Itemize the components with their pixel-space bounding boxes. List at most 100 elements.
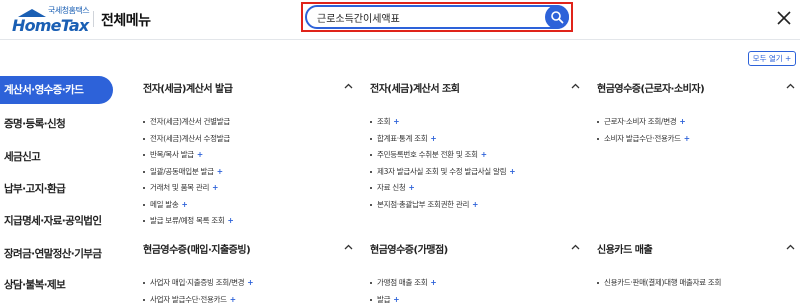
search-button[interactable] <box>545 5 569 29</box>
plus-icon[interactable]: + <box>197 150 203 159</box>
header-bar: 국세청홈택스 HomeTax 전체메뉴 <box>0 0 800 40</box>
list-item[interactable]: 일괄/공동매입분 발급 + <box>143 164 353 181</box>
chevron-up-icon[interactable] <box>344 83 353 89</box>
list-item-label: 소비자 발급수단·전용카드 <box>604 133 681 143</box>
plus-icon[interactable]: + <box>679 117 685 126</box>
section-title: 전자(세금)계산서 조회 <box>370 84 460 95</box>
bullet-icon <box>370 154 372 156</box>
sidebar-item-incentives[interactable]: 장려금·연말정산·기부금 <box>0 240 113 268</box>
list-item[interactable]: 주민등록번호 수취분 전환 및 조회 + <box>370 147 580 164</box>
list-item-label: 사업자 발급수단·전용카드 <box>150 294 227 304</box>
plus-icon[interactable]: + <box>247 278 253 287</box>
section-title: 현금영수증(근로자·소비자) <box>597 84 705 95</box>
expand-all-button[interactable]: 모두 열기 + <box>748 51 796 66</box>
list-item-label: 거래처 및 품목 관리 <box>150 183 210 192</box>
sidebar-item-receipts-cards[interactable]: 계산서·영수증·카드 <box>0 76 113 104</box>
chevron-up-icon[interactable] <box>571 83 580 89</box>
plus-icon[interactable]: + <box>393 117 399 126</box>
bullet-icon <box>143 137 145 140</box>
list-item-label: 제3자 발급사실 조회 및 수정 발급사실 알림 <box>377 166 507 176</box>
list-item-label: 본지점·총괄납부 조회권한 관리 <box>377 199 470 209</box>
close-icon <box>777 11 791 25</box>
bullet-icon <box>370 170 372 173</box>
bullet-icon <box>370 203 372 206</box>
plus-icon[interactable]: + <box>230 295 236 304</box>
plus-icon[interactable]: + <box>227 216 233 225</box>
list-item[interactable]: 조회 + <box>370 114 580 131</box>
plus-icon[interactable]: + <box>509 167 515 176</box>
logo-subtitle: 국세청홈택스 <box>48 6 90 15</box>
chevron-up-icon[interactable] <box>786 83 795 89</box>
chevron-up-icon[interactable] <box>344 244 353 250</box>
list-item[interactable]: 거래처 및 품목 관리 + <box>143 180 353 197</box>
list-item[interactable]: 발급 보류/예정 목록 조회 + <box>143 213 353 230</box>
plus-icon[interactable]: + <box>393 295 399 304</box>
section-title: 현금영수증(가맹점) <box>370 245 448 256</box>
list-item[interactable]: 가맹점 매출 조회 + <box>370 275 580 292</box>
sidebar-item-tax-filing[interactable]: 세금신고 <box>0 143 113 171</box>
chevron-up-icon[interactable] <box>786 244 795 250</box>
plus-icon[interactable]: + <box>212 183 218 192</box>
bullet-icon <box>370 282 372 284</box>
plus-icon[interactable]: + <box>472 200 478 209</box>
sidebar-item-certificates[interactable]: 증명·등록·신청 <box>0 110 113 138</box>
plus-icon[interactable]: + <box>481 150 487 159</box>
list-item-label: 반복/복사 발급 <box>150 150 194 159</box>
section-title: 전자(세금)계산서 발급 <box>143 84 233 95</box>
plus-icon[interactable]: + <box>181 200 187 209</box>
list-item[interactable]: 자료 신청 + <box>370 180 580 197</box>
list-item-label: 발급 <box>377 294 391 304</box>
sidebar-item-consultation[interactable]: 상담·불복·제보 <box>0 271 113 299</box>
plus-icon[interactable]: + <box>430 278 436 287</box>
bullet-icon <box>370 121 372 123</box>
section-item-list: 전자(세금)계산서 건별발급 전자(세금)계산서 수정발급 반복/복사 발급 + … <box>143 114 353 230</box>
list-item-label: 조회 <box>377 117 391 126</box>
list-item[interactable]: 제3자 발급사실 조회 및 수정 발급사실 알림 + <box>370 164 580 181</box>
bullet-icon <box>370 187 372 189</box>
list-item[interactable]: 반복/복사 발급 + <box>143 147 353 164</box>
list-item-label: 메일 발송 <box>150 199 179 209</box>
bullet-icon <box>370 298 372 301</box>
bullet-icon <box>143 220 145 222</box>
search-input[interactable] <box>317 9 537 25</box>
bullet-icon <box>143 203 145 206</box>
list-item[interactable]: 근로자·소비자 조회/변경 + <box>597 114 800 131</box>
list-item-label: 근로자·소비자 조회/변경 <box>604 117 677 126</box>
section-item-list: 사업자 매입·지출증빙 조회/변경 + 사업자 발급수단·전용카드 + <box>143 275 353 307</box>
plus-icon[interactable]: + <box>408 183 414 192</box>
bullet-icon <box>597 137 599 140</box>
plus-icon[interactable]: + <box>217 167 223 176</box>
list-item[interactable]: 사업자 매입·지출증빙 조회/변경 + <box>143 275 353 292</box>
bullet-icon <box>143 170 145 173</box>
list-item[interactable]: 전자(세금)계산서 건별발급 <box>143 114 353 131</box>
bullet-icon <box>143 187 145 189</box>
list-item[interactable]: 소비자 발급수단·전용카드 + <box>597 131 800 148</box>
bullet-icon <box>597 282 599 284</box>
search-icon <box>551 11 564 24</box>
list-item[interactable]: 사업자 발급수단·전용카드 + <box>143 292 353 307</box>
close-menu-button[interactable] <box>775 9 793 27</box>
list-item[interactable]: 메일 발송 + <box>143 197 353 214</box>
list-item[interactable]: 합계표·통계 조회 + <box>370 131 580 148</box>
list-item-label: 가맹점 매출 조회 <box>377 278 428 287</box>
chevron-up-icon[interactable] <box>571 244 580 250</box>
search-box <box>305 5 569 29</box>
list-item-label: 발급 보류/예정 목록 조회 <box>150 216 225 225</box>
section-item-list: 신용카드·판매(결제)대행 매출자료 조회 <box>597 275 800 292</box>
sidebar-nav: 계산서·영수증·카드 증명·등록·신청 세금신고 납부·고지·환급 지급명세·자… <box>0 40 115 307</box>
list-item[interactable]: 전자(세금)계산서 수정발급 <box>143 131 353 148</box>
sidebar-item-payment-statement[interactable]: 지급명세·자료·공익법인 <box>0 207 113 235</box>
plus-icon[interactable]: + <box>684 134 690 143</box>
section-item-list: 가맹점 매출 조회 + 발급 + <box>370 275 580 307</box>
list-item-label: 전자(세금)계산서 건별발급 <box>150 117 230 126</box>
list-item[interactable]: 발급 + <box>370 292 580 307</box>
sidebar-item-payment-refund[interactable]: 납부·고지·환급 <box>0 175 113 203</box>
list-item[interactable]: 본지점·총괄납부 조회권한 관리 + <box>370 197 580 214</box>
bullet-icon <box>597 121 599 123</box>
list-item[interactable]: 신용카드·판매(결제)대행 매출자료 조회 <box>597 275 800 292</box>
hometax-logo[interactable]: 국세청홈택스 HomeTax <box>8 3 90 35</box>
list-item-label: 주민등록번호 수취분 전환 및 조회 <box>377 150 478 159</box>
plus-icon[interactable]: + <box>430 134 436 143</box>
list-item-label: 사업자 매입·지출증빙 조회/변경 <box>150 278 245 287</box>
list-item-label: 합계표·통계 조회 <box>377 133 428 143</box>
